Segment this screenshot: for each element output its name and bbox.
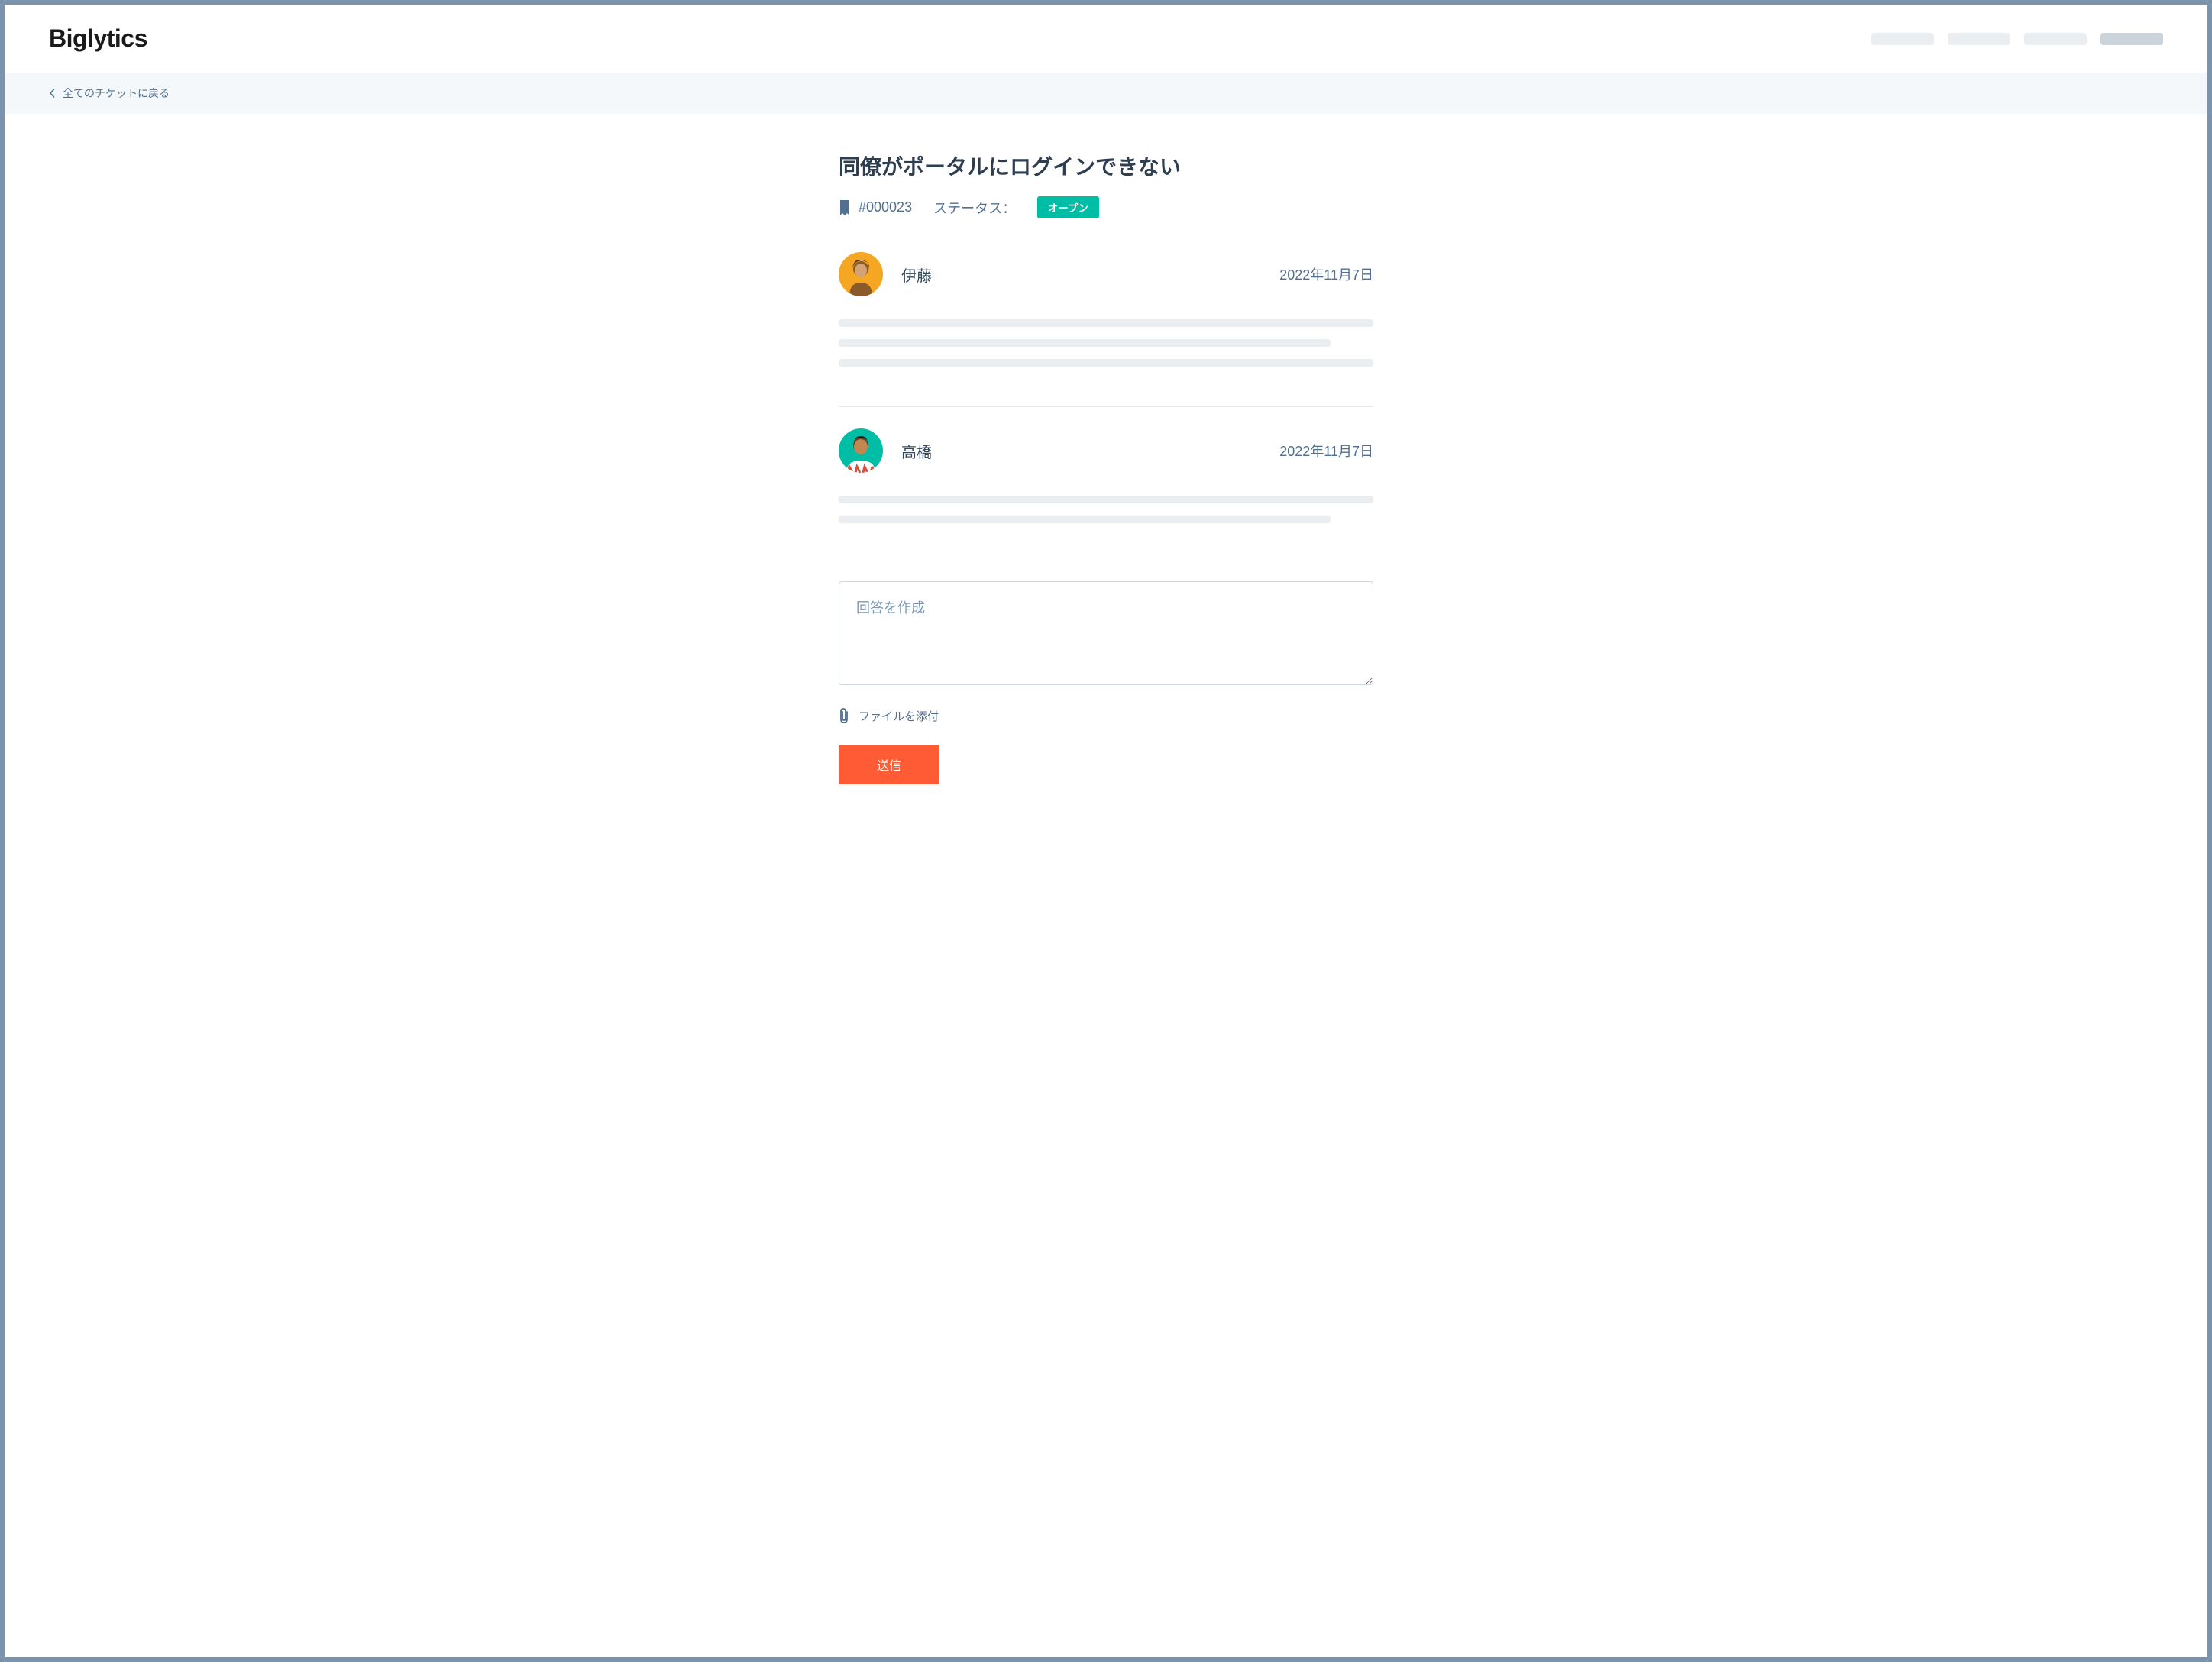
reply-area: ファイルを添付 送信 [839, 581, 1373, 784]
text-placeholder-line [839, 319, 1373, 327]
breadcrumb-bar: 全てのチケットに戻る [5, 73, 2207, 114]
message-date: 2022年11月7日 [1279, 441, 1373, 461]
text-placeholder-line [839, 339, 1331, 347]
submit-row: 送信 [839, 745, 1373, 784]
submit-button[interactable]: 送信 [839, 745, 939, 784]
ticket-icon [839, 200, 851, 215]
ticket-content: 同僚がポータルにログインできない #000023 ステータス： オープン [839, 114, 1373, 830]
message-item: 高橋 2022年11月7日 [839, 406, 1373, 563]
chevron-left-icon [49, 89, 55, 98]
reply-textarea[interactable] [839, 581, 1373, 685]
message-body [839, 496, 1373, 523]
message-header: 高橋 2022年11月7日 [839, 428, 1373, 473]
avatar [839, 252, 883, 296]
nav-item-placeholder[interactable] [2024, 33, 2087, 45]
status-label: ステータス： [933, 198, 1016, 218]
message-header: 伊藤 2022年11月7日 [839, 252, 1373, 296]
paperclip-icon [839, 707, 849, 724]
logo: Biglytics [49, 24, 147, 53]
ticket-id-text: #000023 [859, 199, 912, 215]
author-name: 伊藤 [901, 264, 932, 286]
text-placeholder-line [839, 359, 1373, 367]
app-frame: Biglytics 全てのチケットに戻る 同僚がポータルにログインできない #0… [5, 5, 2207, 1657]
breadcrumb-label: 全てのチケットに戻る [63, 86, 170, 101]
nav-placeholders [1871, 33, 2163, 45]
message-item: 伊藤 2022年11月7日 [839, 252, 1373, 406]
text-placeholder-line [839, 496, 1373, 503]
message-author: 高橋 [839, 428, 932, 473]
author-name: 高橋 [901, 440, 932, 462]
attach-file-label: ファイルを添付 [859, 708, 939, 724]
back-to-tickets-link[interactable]: 全てのチケットに戻る [49, 86, 170, 101]
nav-item-placeholder[interactable] [1871, 33, 1934, 45]
nav-item-placeholder[interactable] [1948, 33, 2010, 45]
message-date: 2022年11月7日 [1279, 264, 1373, 284]
avatar [839, 428, 883, 473]
nav-item-placeholder-active[interactable] [2100, 33, 2163, 45]
ticket-id: #000023 [839, 199, 912, 215]
message-author: 伊藤 [839, 252, 932, 296]
ticket-meta: #000023 ステータス： オープン [839, 196, 1373, 218]
message-body [839, 319, 1373, 367]
attach-file-button[interactable]: ファイルを添付 [839, 707, 939, 724]
ticket-title: 同僚がポータルにログインできない [839, 150, 1373, 181]
text-placeholder-line [839, 516, 1331, 523]
header: Biglytics [5, 5, 2207, 73]
status-badge: オープン [1037, 196, 1099, 218]
